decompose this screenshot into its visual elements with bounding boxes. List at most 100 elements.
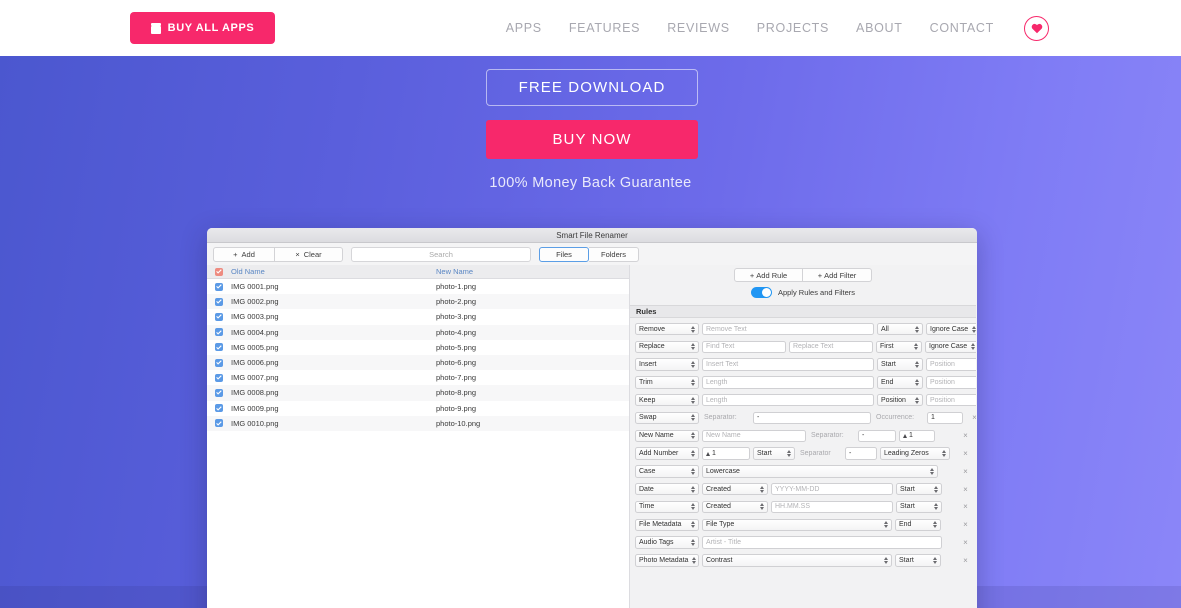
buy-all-apps-button[interactable]: BUY ALL APPS <box>130 12 275 44</box>
file-row-checkbox[interactable] <box>215 328 223 336</box>
column-header-old-name[interactable]: Old Name <box>231 267 436 276</box>
remove-rule-button[interactable]: × <box>960 465 971 477</box>
file-row-checkbox[interactable] <box>215 404 223 412</box>
file-row[interactable]: IMG 0010.pngphoto-10.png <box>207 416 629 431</box>
rule-option-dropdown[interactable]: All <box>877 323 923 336</box>
rule-option-dropdown[interactable]: Position <box>877 394 923 407</box>
add-rule-button[interactable]: + Add Rule <box>734 268 803 282</box>
add-files-button[interactable]: + Add <box>213 247 275 262</box>
rule-type-dropdown[interactable]: Trim <box>635 376 699 389</box>
file-row-checkbox[interactable] <box>215 389 223 397</box>
nav-item-features[interactable]: FEATURES <box>569 21 640 35</box>
rule-option-dropdown[interactable]: Ignore Case <box>926 323 976 336</box>
rule-type-dropdown[interactable]: Add Number <box>635 447 699 460</box>
file-row[interactable]: IMG 0003.pngphoto-3.png <box>207 309 629 324</box>
rule-text-input[interactable]: Position <box>926 376 976 389</box>
file-row[interactable]: IMG 0007.pngphoto-7.png <box>207 370 629 385</box>
search-input[interactable]: Search <box>351 247 531 262</box>
rule-type-dropdown[interactable]: New Name <box>635 430 699 443</box>
rule-text-input[interactable]: YYYY-MM-DD <box>771 483 893 496</box>
remove-rule-button[interactable]: × <box>969 412 976 424</box>
nav-item-projects[interactable]: PROJECTS <box>757 21 829 35</box>
rule-option-dropdown[interactable]: Start <box>896 501 942 514</box>
rule-value-input[interactable]: - <box>753 412 871 425</box>
rule-option-dropdown[interactable]: Lowercase <box>702 465 938 478</box>
file-row[interactable]: IMG 0008.pngphoto-8.png <box>207 385 629 400</box>
rule-text-input[interactable]: Remove Text <box>702 323 874 336</box>
rule-value-input[interactable]: 1 <box>927 412 963 425</box>
file-row[interactable]: IMG 0005.pngphoto-5.png <box>207 340 629 355</box>
rule-option-dropdown[interactable]: Ignore Case <box>925 341 976 354</box>
rule-text-input[interactable]: Replace Text <box>789 341 873 354</box>
rule-type-dropdown[interactable]: Swap <box>635 412 699 425</box>
rule-option-dropdown[interactable]: End <box>877 376 923 389</box>
rule-option-dropdown[interactable]: Start <box>896 483 942 496</box>
rule-type-dropdown[interactable]: File Metadata <box>635 519 699 532</box>
rule-type-dropdown[interactable]: Photo Metadata <box>635 554 699 567</box>
remove-rule-button[interactable]: × <box>960 430 971 442</box>
rule-value-input[interactable]: - <box>858 430 896 443</box>
rule-number-stepper[interactable]: 1 <box>899 430 935 443</box>
column-header-new-name[interactable]: New Name <box>436 267 629 276</box>
heart-icon-button[interactable] <box>1024 16 1049 41</box>
segment-folders[interactable]: Folders <box>589 247 639 262</box>
nav-item-contact[interactable]: CONTACT <box>930 21 994 35</box>
file-row-checkbox[interactable] <box>215 283 223 291</box>
rule-text-input[interactable]: Length <box>702 376 874 389</box>
nav-item-apps[interactable]: APPS <box>506 21 542 35</box>
rule-option-dropdown[interactable]: Start <box>877 358 923 371</box>
file-row[interactable]: IMG 0001.pngphoto-1.png <box>207 279 629 294</box>
rule-type-dropdown[interactable]: Insert <box>635 358 699 371</box>
file-row-checkbox[interactable] <box>215 359 223 367</box>
free-download-button[interactable]: FREE DOWNLOAD <box>486 69 698 106</box>
rule-text-input[interactable]: Length <box>702 394 874 407</box>
rule-option-dropdown[interactable]: Start <box>895 554 941 567</box>
nav-item-about[interactable]: ABOUT <box>856 21 903 35</box>
remove-rule-button[interactable]: × <box>960 519 971 531</box>
segment-files[interactable]: Files <box>539 247 589 262</box>
rule-text-input[interactable]: Position <box>926 358 976 371</box>
file-row[interactable]: IMG 0006.pngphoto-6.png <box>207 355 629 370</box>
rule-type-dropdown[interactable]: Audio Tags <box>635 536 699 549</box>
rule-type-dropdown[interactable]: Date <box>635 483 699 496</box>
rule-value-input[interactable]: - <box>845 447 877 460</box>
rule-option-dropdown[interactable]: Start <box>753 447 795 460</box>
rule-text-input[interactable]: Insert Text <box>702 358 874 371</box>
rule-type-dropdown[interactable]: Replace <box>635 341 699 354</box>
rule-type-dropdown[interactable]: Keep <box>635 394 699 407</box>
rule-option-dropdown[interactable]: End <box>895 519 941 532</box>
remove-rule-button[interactable]: × <box>960 537 971 549</box>
file-row-checkbox[interactable] <box>215 298 223 306</box>
file-row[interactable]: IMG 0004.pngphoto-4.png <box>207 325 629 340</box>
rule-option-dropdown[interactable]: Created <box>702 501 768 514</box>
clear-files-button[interactable]: × Clear <box>275 247 343 262</box>
file-row[interactable]: IMG 0009.pngphoto-9.png <box>207 401 629 416</box>
rule-option-dropdown[interactable]: Leading Zeros <box>880 447 950 460</box>
remove-rule-button[interactable]: × <box>960 554 971 566</box>
rule-number-stepper[interactable]: 1 <box>702 447 750 460</box>
rule-type-dropdown[interactable]: Time <box>635 501 699 514</box>
add-filter-button[interactable]: + Add Filter <box>803 268 872 282</box>
remove-rule-button[interactable]: × <box>960 501 971 513</box>
remove-rule-button[interactable]: × <box>960 483 971 495</box>
select-all-checkbox[interactable] <box>215 268 223 276</box>
rule-option-dropdown[interactable]: First <box>876 341 922 354</box>
rule-text-input[interactable]: Position <box>926 394 976 407</box>
rule-option-dropdown[interactable]: Created <box>702 483 768 496</box>
rule-option-dropdown[interactable]: Contrast <box>702 554 892 567</box>
file-row-checkbox[interactable] <box>215 343 223 351</box>
rule-type-dropdown[interactable]: Case <box>635 465 699 478</box>
apply-rules-toggle[interactable] <box>751 287 772 298</box>
file-row[interactable]: IMG 0002.pngphoto-2.png <box>207 294 629 309</box>
nav-item-reviews[interactable]: REVIEWS <box>667 21 730 35</box>
rule-option-dropdown[interactable]: File Type <box>702 519 892 532</box>
rule-text-input[interactable]: Find Text <box>702 341 786 354</box>
file-row-checkbox[interactable] <box>215 374 223 382</box>
rule-text-input[interactable]: Artist - Title <box>702 536 942 549</box>
rule-text-input[interactable]: New Name <box>702 430 806 443</box>
file-row-checkbox[interactable] <box>215 313 223 321</box>
remove-rule-button[interactable]: × <box>960 448 971 460</box>
file-row-checkbox[interactable] <box>215 419 223 427</box>
buy-now-button[interactable]: BUY NOW <box>486 120 698 159</box>
rule-type-dropdown[interactable]: Remove <box>635 323 699 336</box>
